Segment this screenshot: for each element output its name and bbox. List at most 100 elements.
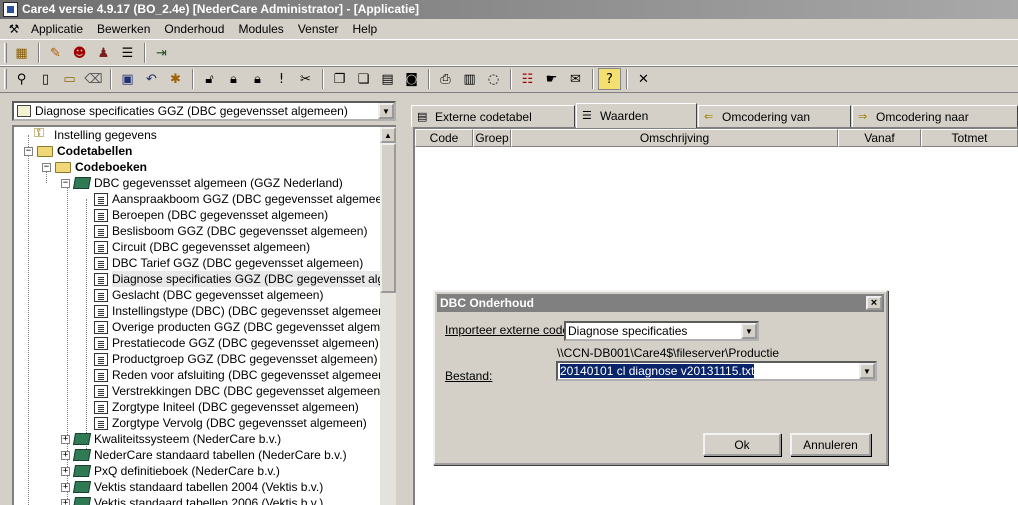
tree-item-codetable[interactable]: Productgroep GGZ (DBC gegevensset algeme… — [94, 351, 377, 367]
dialog-title: DBC Onderhoud × — [437, 294, 884, 312]
close-icon[interactable]: ✕ — [632, 68, 655, 90]
exit-icon[interactable]: ⇥ — [150, 42, 173, 64]
ok-button[interactable]: Ok — [703, 433, 781, 456]
lock-icon[interactable]: 🔒︎ — [222, 68, 245, 90]
menu-onderhoud[interactable]: Onderhoud — [157, 19, 231, 39]
person-icon[interactable]: ♟ — [92, 42, 115, 64]
preview-icon[interactable]: ▥ — [458, 68, 481, 90]
unlock-icon[interactable]: 🔓︎ — [198, 68, 221, 90]
help-icon[interactable]: ? — [598, 68, 621, 90]
collapse-icon[interactable]: − — [61, 178, 70, 188]
codebook-panel: Diagnose specificaties GGZ (DBC gegevens… — [10, 100, 397, 505]
tree-item-codetabellen[interactable]: − Codetabellen — [24, 143, 132, 159]
tree-item-codeboeken[interactable]: − Codeboeken — [42, 159, 147, 175]
column-header-vanaf[interactable]: Vanaf — [838, 129, 921, 147]
expand-icon[interactable]: + — [61, 498, 70, 505]
expand-icon[interactable]: + — [61, 450, 70, 460]
book-icon — [72, 481, 92, 493]
hand-icon[interactable]: ☛ — [540, 68, 563, 90]
import-select[interactable]: Diagnose specificaties ▼ — [564, 321, 759, 341]
scrollbar-thumb[interactable] — [380, 143, 396, 293]
undo-icon[interactable]: ↶ — [140, 68, 163, 90]
tree-item-codetable[interactable]: Verstrekkingen DBC (DBC gegevensset alge… — [94, 383, 382, 399]
print-icon[interactable]: ⎙ — [434, 68, 457, 90]
cancel-button[interactable]: Annuleren — [790, 433, 871, 456]
tasks-icon[interactable]: ☷ — [516, 68, 539, 90]
window-title-bar: Care4 versie 4.9.17 (BO_2.4e) [NederCare… — [0, 0, 1018, 19]
tree-item-codebook[interactable]: + Vektis standaard tabellen 2006 (Vektis … — [61, 495, 323, 505]
tree-item-codetable[interactable]: Reden voor afsluiting (DBC gegevensset a… — [94, 367, 382, 383]
tree-item-codetable[interactable]: Overige producten GGZ (DBC gegevensset a… — [94, 319, 382, 335]
list-icon[interactable]: ☰ — [116, 42, 139, 64]
tree-item-codebook[interactable]: + Kwaliteitssysteem (NederCare b.v.) — [61, 431, 281, 447]
collapse-icon[interactable]: − — [24, 146, 33, 156]
open-folder-icon[interactable]: ▭ — [58, 68, 81, 90]
tree-item-codetable[interactable]: Beslisboom GGZ (DBC gegevensset algemeen… — [94, 223, 367, 239]
chevron-down-icon[interactable]: ▼ — [378, 103, 394, 119]
codebook-selector[interactable]: Diagnose specificaties GGZ (DBC gegevens… — [12, 101, 396, 121]
tools-icon[interactable]: ✂ — [294, 68, 317, 90]
menu-modules[interactable]: Modules — [231, 19, 290, 39]
toolbar-separator — [428, 69, 430, 89]
copy-icon[interactable]: ❐ — [328, 68, 351, 90]
tab-waarden[interactable]: ☰ Waarden — [576, 103, 697, 128]
eraser-icon[interactable]: ⌫ — [82, 68, 105, 90]
user-icon[interactable]: ☻ — [68, 42, 91, 64]
expand-icon[interactable]: + — [61, 466, 70, 476]
lock-closed-icon[interactable]: 🔒︎ — [246, 68, 269, 90]
tree-item-codetable[interactable]: Aanspraakboom GGZ (DBC gegevensset algem… — [94, 191, 382, 207]
calendar-icon[interactable]: ▦ — [10, 42, 33, 64]
tab-externe-codetabel[interactable]: ▤ Externe codetabel — [411, 105, 575, 127]
tree-item-codetable[interactable]: Geslacht (DBC gegevensset algemeen) — [94, 287, 323, 303]
book-icon — [72, 433, 92, 445]
menu-bar: ⚒ Applicatie Bewerken Onderhoud Modules … — [0, 19, 1018, 39]
close-icon[interactable]: × — [866, 296, 882, 310]
toolbar-separator — [626, 69, 628, 89]
pencil-icon[interactable]: ✎ — [44, 42, 67, 64]
tree-item-codetable[interactable]: Zorgtype Initeel (DBC gegevensset algeme… — [94, 399, 359, 415]
file-select[interactable]: 20140101 cl diagnose v20131115.txt ▼ — [556, 361, 877, 381]
menu-applicatie[interactable]: Applicatie — [24, 19, 90, 39]
chevron-down-icon[interactable]: ▼ — [859, 363, 875, 379]
binoculars-icon[interactable]: ⚲ — [10, 68, 33, 90]
tree-item-codetable[interactable]: Zorgtype Vervolg (DBC gegevensset algeme… — [94, 415, 367, 431]
comment-icon[interactable]: ◌ — [482, 68, 505, 90]
tree-item-instelling[interactable]: Instelling gegevens — [34, 127, 157, 143]
tree-scrollbar[interactable]: ▲ — [380, 127, 396, 505]
toolbar-main: ▦ ✎ ☻ ♟ ☰ ⇥ — [0, 39, 1018, 67]
scroll-up-icon[interactable]: ▲ — [380, 127, 396, 143]
menu-bewerken[interactable]: Bewerken — [90, 19, 157, 39]
tree-item-dbc-gegevensset[interactable]: − DBC gegevensset algemeen (GGZ Nederlan… — [61, 175, 343, 191]
tree-item-codetable[interactable]: Beroepen (DBC gegevensset algemeen) — [94, 207, 328, 223]
tree-item-codebook[interactable]: + NederCare standaard tabellen (NederCare… — [61, 447, 347, 463]
tree-item-codetable[interactable]: Prestatiecode GGZ (DBC gegevensset algem… — [94, 335, 379, 351]
column-header-totmet[interactable]: Totmet — [921, 129, 1018, 147]
column-header-groep[interactable]: Groep — [473, 129, 511, 147]
exclamation-icon[interactable]: ! — [270, 68, 293, 90]
copy-special-icon[interactable]: ❏ — [352, 68, 375, 90]
menu-venster[interactable]: Venster — [291, 19, 346, 39]
new-document-icon[interactable]: ▯ — [34, 68, 57, 90]
tree-item-codetable[interactable]: Instellingstype (DBC) (DBC gegevensset a… — [94, 303, 382, 319]
tab-omcodering-van[interactable]: ⇐ Omcodering van — [698, 105, 851, 127]
menu-help[interactable]: Help — [346, 19, 385, 39]
tree-item-codetable[interactable]: Circuit (DBC gegevensset algemeen) — [94, 239, 310, 255]
tree-item-codebook[interactable]: + PxQ definitieboek (NederCare b.v.) — [61, 463, 280, 479]
system-menu-icon[interactable]: ⚒ — [4, 22, 24, 36]
help-wizard-icon[interactable]: ✱ — [164, 68, 187, 90]
column-header-code[interactable]: Code — [415, 129, 473, 147]
tree-item-codetable[interactable]: DBC Tarief GGZ (DBC gegevensset algemeen… — [94, 255, 363, 271]
save-icon[interactable]: ▣ — [116, 68, 139, 90]
collapse-icon[interactable]: − — [42, 162, 51, 172]
tree-item-codebook[interactable]: + Vektis standaard tabellen 2004 (Vektis … — [61, 479, 323, 495]
column-header-omschrijving[interactable]: Omschrijving — [511, 129, 838, 147]
window-icon[interactable]: ◙ — [400, 68, 423, 90]
expand-icon[interactable]: + — [61, 482, 70, 492]
document-icon — [94, 400, 108, 414]
expand-icon[interactable]: + — [61, 434, 70, 444]
tab-omcodering-naar[interactable]: ⇒ Omcodering naar — [852, 105, 1018, 127]
mail-icon[interactable]: ✉ — [564, 68, 587, 90]
chevron-down-icon[interactable]: ▼ — [741, 323, 757, 339]
tree-item-codetable-selected[interactable]: Diagnose specificaties GGZ (DBC gegevens… — [94, 271, 382, 287]
properties-icon[interactable]: ▤ — [376, 68, 399, 90]
